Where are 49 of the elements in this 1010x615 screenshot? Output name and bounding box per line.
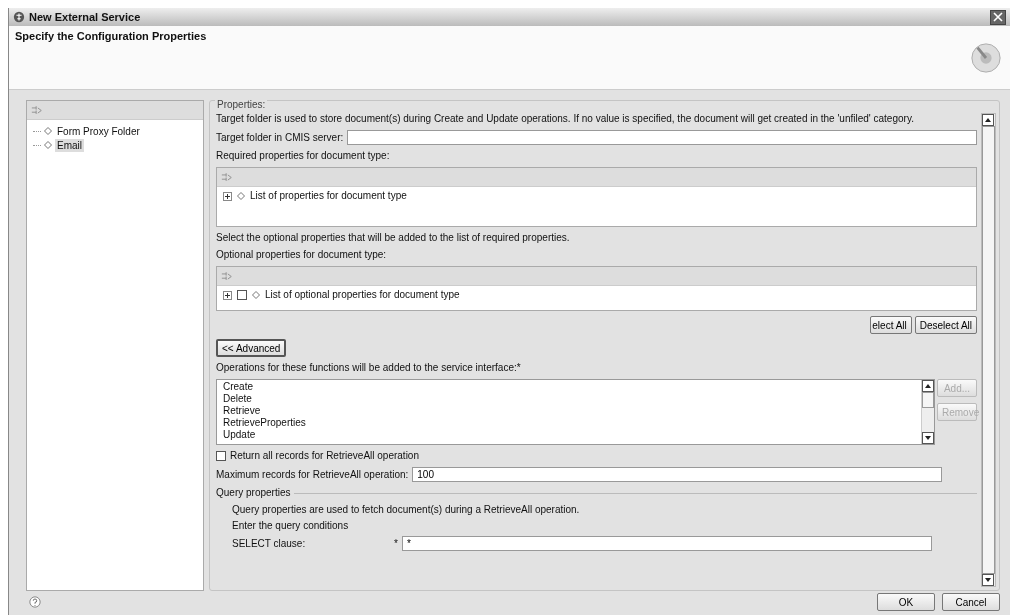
- section-label: Optional properties for document type:: [216, 249, 388, 261]
- scrollbar[interactable]: [921, 380, 934, 444]
- list-item[interactable]: Delete: [223, 393, 915, 405]
- globe-icon: [13, 11, 25, 23]
- tree-item[interactable]: Form Proxy Folder: [55, 124, 142, 138]
- help-icon[interactable]: [29, 596, 41, 608]
- diamond-icon: [237, 192, 245, 200]
- hint-text: Select the optional properties that will be added to the list of required properties.: [216, 232, 571, 244]
- description-text: Query properties are used to fetch document(s) during a RetrieveAll operation.: [232, 504, 581, 516]
- field-label: Maximum records for RetrieveAll operation:: [216, 468, 409, 481]
- checkbox-label: Return all records for RetrieveAll operation: [230, 450, 419, 462]
- advanced-button[interactable]: << Advanced: [216, 339, 287, 357]
- field-label: Target folder in CMIS server:: [216, 131, 344, 144]
- scrollbar[interactable]: [981, 113, 996, 587]
- tree-item[interactable]: List of properties for document type: [250, 190, 407, 202]
- scroll-up-icon[interactable]: [922, 380, 934, 392]
- scroll-up-icon[interactable]: [982, 114, 994, 126]
- hint-text: Enter the query conditions: [232, 520, 350, 532]
- diamond-icon: [252, 291, 260, 299]
- checkbox[interactable]: [216, 451, 226, 461]
- ok-button[interactable]: OK: [877, 593, 935, 611]
- section-label: Operations for these functions will be added to the service interface:*: [216, 362, 522, 374]
- list-item[interactable]: Create: [223, 381, 915, 393]
- list-item[interactable]: RetrieveProperties: [223, 417, 915, 429]
- description-text: Target folder is used to store document(s) during Create and Update operations. If no value is specified, the document will get created in the 'unfiled' category.: [216, 113, 915, 125]
- window-title: New External Service: [29, 11, 141, 23]
- deselect-all-button[interactable]: Deselect All: [914, 316, 977, 334]
- cancel-button[interactable]: Cancel: [942, 593, 1000, 611]
- dial-icon: [970, 42, 1002, 74]
- list-item[interactable]: Update: [223, 429, 915, 441]
- field-label: SELECT clause:: [232, 537, 307, 550]
- input-field[interactable]: [347, 130, 977, 145]
- page-title: Specify the Configuration Properties: [15, 30, 207, 42]
- input-field[interactable]: 100: [412, 467, 943, 482]
- tree-item[interactable]: Email: [55, 138, 84, 152]
- scroll-down-icon[interactable]: [982, 574, 994, 586]
- group-legend: Properties:: [215, 99, 268, 110]
- tree-item[interactable]: List of optional properties for document type: [265, 289, 460, 301]
- checkbox[interactable]: [237, 290, 247, 300]
- select-all-button[interactable]: elect All: [870, 316, 912, 334]
- input-field[interactable]: *: [401, 536, 932, 551]
- list-item[interactable]: Retrieve: [223, 405, 915, 417]
- required-mark: *: [394, 537, 398, 550]
- expand-icon[interactable]: [223, 191, 232, 201]
- group-legend: Query properties: [216, 487, 291, 499]
- section-label: Required properties for document type:: [216, 150, 391, 162]
- scroll-down-icon[interactable]: [922, 432, 934, 444]
- close-button[interactable]: [990, 9, 1006, 25]
- expand-icon[interactable]: [223, 290, 232, 300]
